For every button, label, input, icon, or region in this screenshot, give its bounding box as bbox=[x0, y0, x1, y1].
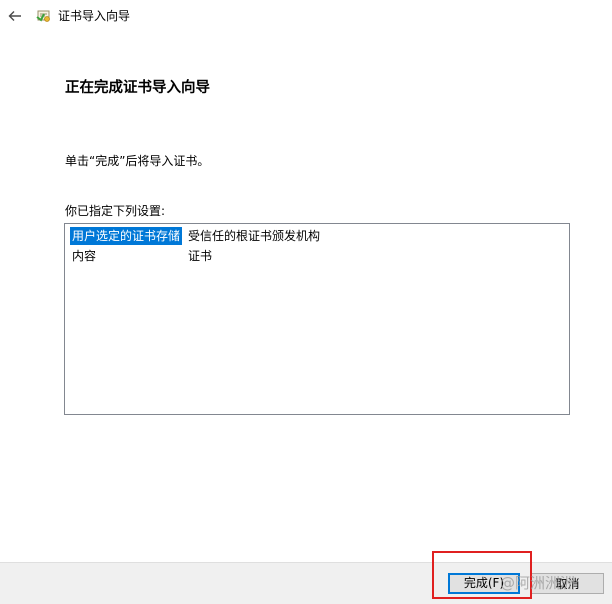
footer-bar: 完成(F) 取消 bbox=[0, 562, 612, 604]
instruction-text: 单击“完成”后将导入证书。 bbox=[65, 154, 210, 168]
back-button[interactable] bbox=[4, 5, 26, 27]
finish-button[interactable]: 完成(F) bbox=[448, 573, 520, 594]
window-title: 证书导入向导 bbox=[58, 9, 131, 23]
settings-row-key: 内容 bbox=[72, 249, 97, 263]
settings-list[interactable]: 用户选定的证书存储 受信任的根证书颁发机构 内容 证书 bbox=[64, 223, 570, 415]
cancel-button[interactable]: 取消 bbox=[531, 573, 604, 594]
wizard-heading: 正在完成证书导入向导 bbox=[65, 80, 210, 96]
certificate-icon bbox=[36, 10, 50, 22]
settings-row-value: 受信任的根证书颁发机构 bbox=[188, 229, 321, 243]
title-bar: 证书导入向导 bbox=[0, 0, 612, 32]
settings-row-key: 用户选定的证书存储 bbox=[70, 227, 183, 245]
arrow-left-icon bbox=[8, 11, 21, 21]
settings-label: 你已指定下列设置: bbox=[65, 204, 166, 218]
settings-row-value: 证书 bbox=[188, 249, 213, 263]
